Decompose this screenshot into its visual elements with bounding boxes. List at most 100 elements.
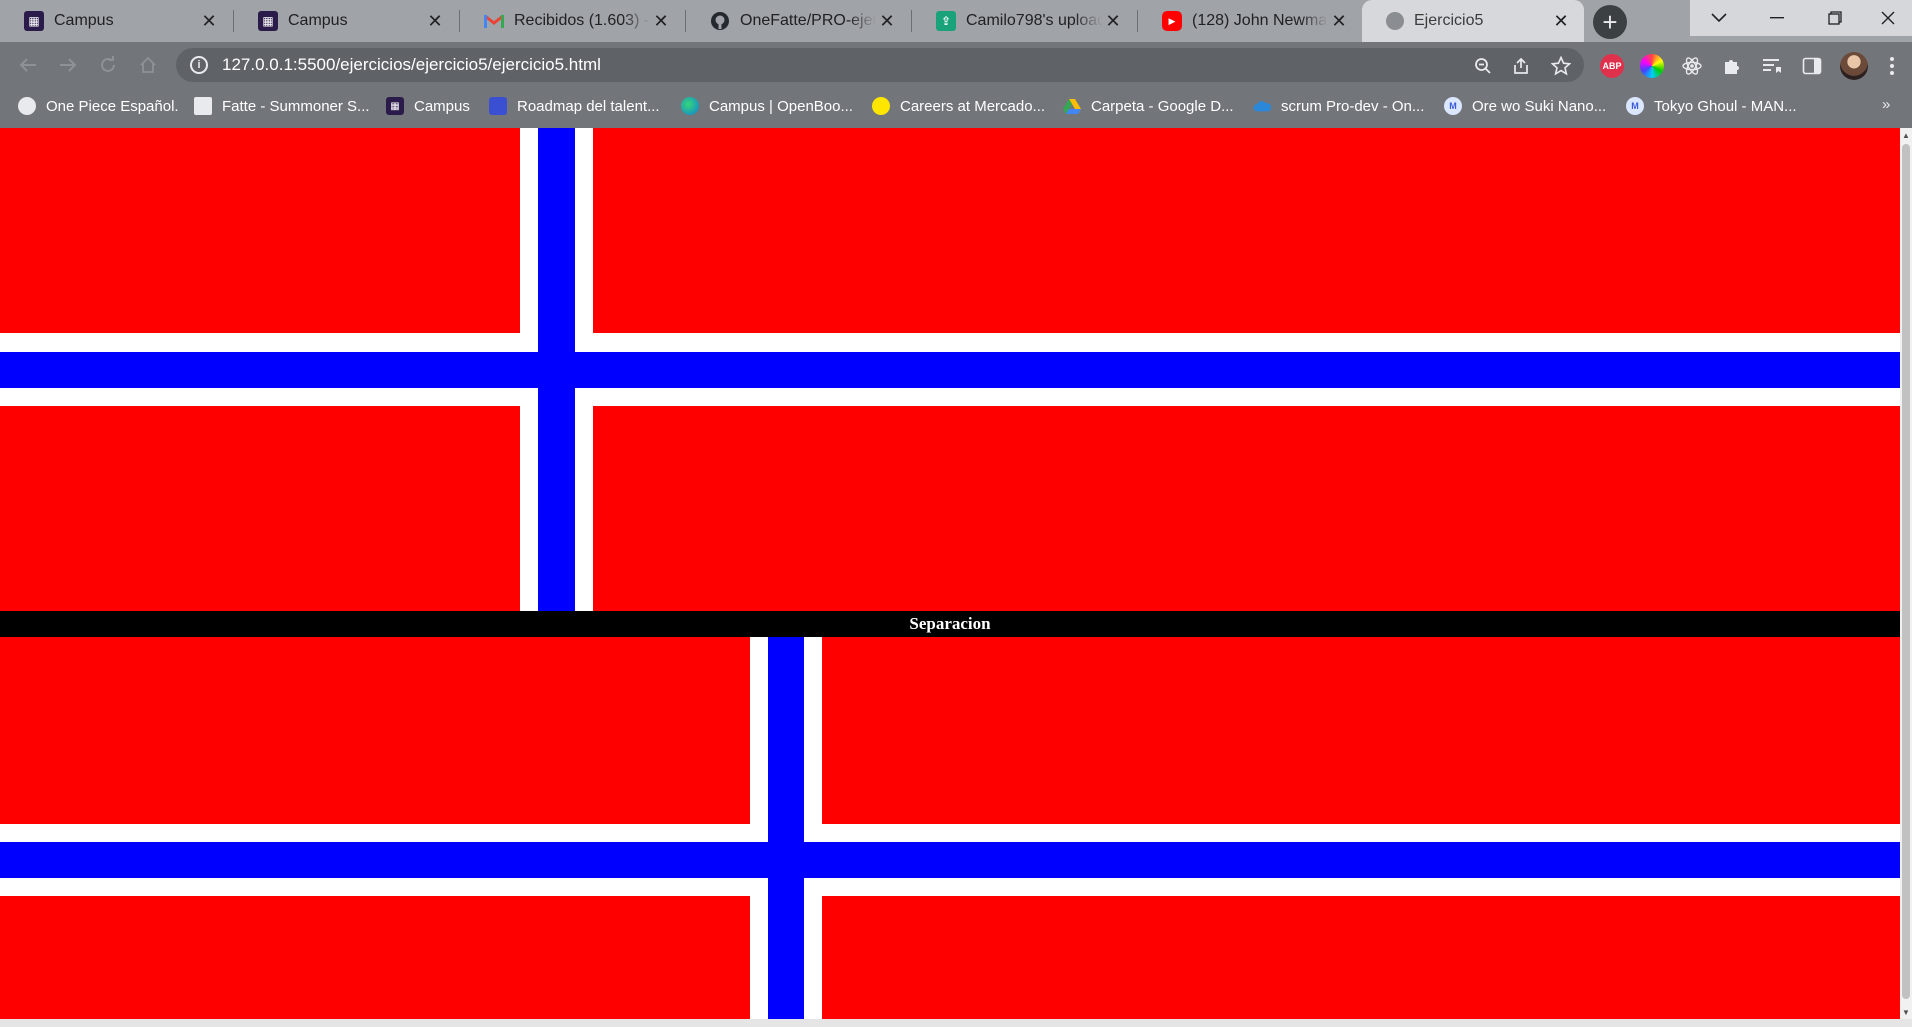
upload-app-icon: ⇪ [936, 11, 956, 31]
scroll-up-arrow-icon[interactable]: ▲ [1900, 128, 1912, 142]
bookmark-campus[interactable]: ▦ Campus [386, 88, 470, 124]
flag-red-quadrant-top-right [593, 128, 1900, 333]
bookmark-label: scrum Pro-dev - On... [1281, 97, 1425, 115]
address-bar[interactable]: i 127.0.0.1:5500/ejercicios/ejercicio5/e… [176, 48, 1584, 82]
back-button[interactable] [14, 51, 42, 79]
new-tab-button[interactable]: + [1593, 5, 1627, 39]
reload-icon [101, 56, 115, 72]
bookmarks-overflow-button[interactable]: » [1882, 96, 1890, 113]
forward-button[interactable] [54, 51, 82, 79]
zoom-icon[interactable] [1472, 55, 1494, 77]
bookmark-google-drive[interactable]: Carpeta - Google D... [1063, 88, 1234, 124]
manga-site-icon: M [1444, 97, 1462, 115]
separator-bar: Separacion [0, 611, 1900, 637]
chevron-down-icon [1711, 13, 1727, 23]
close-window-button[interactable] [1864, 0, 1912, 36]
bookmark-tokyo-ghoul[interactable]: M Tokyo Ghoul - MAN... [1626, 88, 1797, 124]
tab-campus-2[interactable]: ▦ Campus ✕ [234, 0, 458, 42]
browser-menu-icon[interactable] [1880, 54, 1904, 78]
flag-red-quadrant-top-left [0, 637, 750, 824]
openbootcamp-icon [681, 97, 699, 115]
close-icon[interactable]: ✕ [424, 10, 446, 32]
vertical-scrollbar[interactable]: ▲ ▼ [1900, 128, 1912, 1019]
tab-campus-1[interactable]: ▦ Campus ✕ [0, 0, 232, 42]
document-icon [194, 97, 212, 115]
norway-flag-1 [0, 128, 1900, 611]
flag-red-quadrant-top-right [822, 637, 1900, 824]
color-picker-extension-icon[interactable] [1640, 54, 1664, 78]
reload-button[interactable] [94, 51, 122, 79]
reading-list-icon[interactable] [1760, 54, 1784, 78]
bookmark-mercadolibre[interactable]: Careers at Mercado... [872, 88, 1045, 124]
tab-uploads[interactable]: ⇪ Camilo798's uploaded ✕ [912, 0, 1136, 42]
tab-title: Ejercicio5 [1414, 12, 1484, 29]
bookmark-label: One Piece Español. [46, 97, 179, 115]
url-text[interactable]: 127.0.0.1:5500/ejercicios/ejercicio5/eje… [222, 55, 601, 75]
flag-red-quadrant-bottom-right [822, 896, 1900, 1019]
tab-title: OneFatte/PRO-ejercic [740, 12, 876, 29]
restore-button[interactable] [1806, 0, 1864, 36]
tab-youtube[interactable]: ▶ (128) John Newman - ✕ [1138, 0, 1362, 42]
bookmark-label: Tokyo Ghoul - MAN... [1654, 97, 1797, 115]
flag-red-quadrant-top-left [0, 128, 520, 333]
tab-title: Campus [54, 12, 114, 29]
bookmark-label: Fatte - Summoner S... [222, 97, 370, 115]
minimize-button[interactable] [1748, 0, 1806, 36]
bookmark-fatte-summoner[interactable]: Fatte - Summoner S... [194, 88, 370, 124]
campus-logo-icon: ▦ [258, 11, 278, 31]
close-icon[interactable]: ✕ [1328, 10, 1350, 32]
bookmark-label: Carpeta - Google D... [1091, 97, 1234, 115]
bookmark-one-piece[interactable]: One Piece Español. [18, 88, 179, 124]
bookmark-star-icon[interactable] [1550, 55, 1572, 77]
roadmap-icon [489, 97, 507, 115]
minimize-icon [1770, 17, 1784, 19]
flag-blue-horizontal-stripe [0, 842, 1900, 878]
adblock-plus-icon[interactable]: ABP [1600, 54, 1624, 78]
manga-site-icon: M [1626, 97, 1644, 115]
site-info-icon[interactable]: i [190, 56, 208, 74]
react-devtools-icon[interactable] [1680, 54, 1704, 78]
extensions-puzzle-icon[interactable] [1720, 54, 1744, 78]
scroll-down-arrow-icon[interactable]: ▼ [1900, 1005, 1912, 1019]
bookmark-onedrive[interactable]: scrum Pro-dev - On... [1253, 88, 1424, 124]
tab-title: Campus [288, 12, 348, 29]
close-icon [1881, 11, 1895, 25]
tab-github[interactable]: OneFatte/PRO-ejercic ✕ [686, 0, 910, 42]
flag-blue-vertical-stripe [768, 637, 804, 1019]
tab-gmail[interactable]: Recibidos (1.603) - ca ✕ [460, 0, 684, 42]
side-panel-icon[interactable] [1800, 54, 1824, 78]
bookmark-label: Roadmap del talent... [517, 97, 660, 115]
tab-title: Camilo798's uploaded [966, 12, 1102, 29]
tab-title: Recibidos (1.603) - ca [514, 12, 650, 29]
norway-flag-2 [0, 637, 1900, 1019]
close-icon[interactable]: ✕ [1102, 10, 1124, 32]
tab-search-button[interactable] [1690, 0, 1748, 36]
window-bottom-edge [0, 1019, 1912, 1027]
bookmark-openbootcamp[interactable]: Campus | OpenBoo... [681, 88, 853, 124]
tab-ejercicio5[interactable]: Ejercicio5 ✕ [1362, 0, 1584, 42]
flag-red-quadrant-bottom-right [593, 406, 1900, 611]
close-icon[interactable]: ✕ [198, 10, 220, 32]
gmail-icon [484, 11, 504, 31]
share-icon[interactable] [1510, 55, 1532, 77]
back-arrow-icon [19, 58, 36, 72]
bookmark-label: Ore wo Suki Nano... [1472, 97, 1607, 115]
tab-strip: ▦ Campus ✕ ▦ Campus ✕ Recibidos (1.603) … [0, 0, 1912, 42]
profile-avatar[interactable] [1840, 52, 1868, 80]
close-icon[interactable]: ✕ [650, 10, 672, 32]
bookmark-roadmap[interactable]: Roadmap del talent... [489, 88, 660, 124]
close-icon[interactable]: ✕ [876, 10, 898, 32]
bookmark-label: Campus [414, 97, 470, 115]
close-icon[interactable]: ✕ [1550, 10, 1572, 32]
onedrive-icon [1253, 97, 1271, 115]
home-button[interactable] [134, 51, 162, 79]
bookmark-label: Campus | OpenBoo... [709, 97, 853, 115]
scrollbar-thumb[interactable] [1902, 144, 1910, 999]
bookmarks-bar: One Piece Español. Fatte - Summoner S...… [0, 88, 1912, 128]
campus-logo-icon: ▦ [386, 97, 404, 115]
flag-red-quadrant-bottom-left [0, 406, 520, 611]
bookmark-label: Careers at Mercado... [900, 97, 1046, 115]
campus-logo-icon: ▦ [24, 11, 44, 31]
globe-icon [18, 97, 36, 115]
bookmark-ore-wo-suki[interactable]: M Ore wo Suki Nano... [1444, 88, 1606, 124]
